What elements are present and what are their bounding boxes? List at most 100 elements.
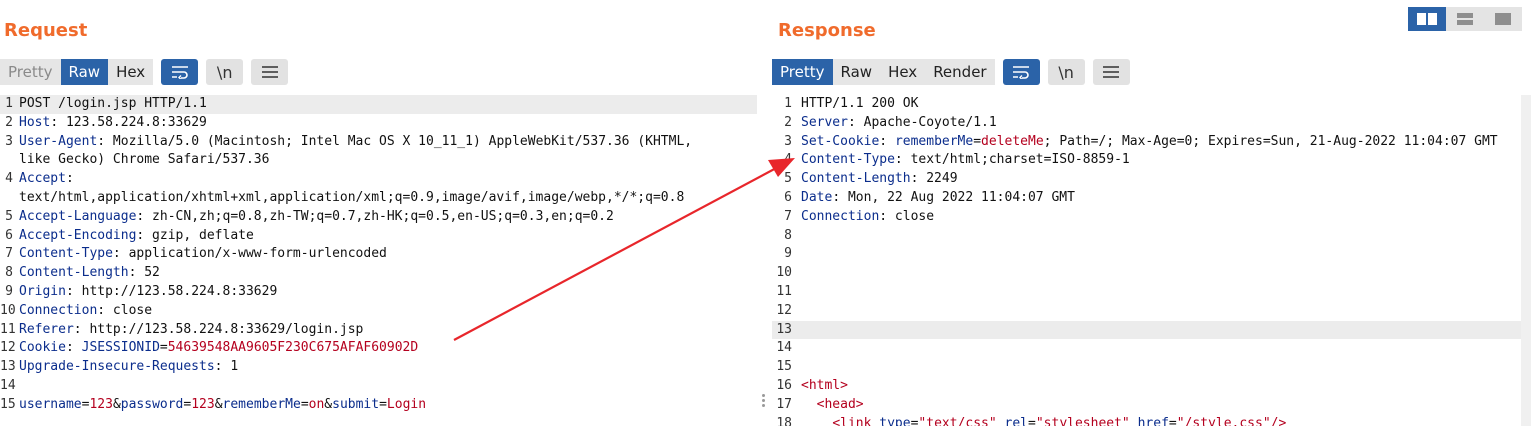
newline-toggle-icon[interactable]: \n — [206, 59, 244, 85]
tab-raw[interactable]: Raw — [60, 59, 109, 85]
code-token: : text/html;charset=ISO-8859-1 — [894, 152, 1130, 168]
code-token: "/style.css" — [1176, 415, 1271, 426]
code-token: ; Path=/; Max-Age=0; Expires=Sun, 21-Aug… — [1043, 133, 1498, 149]
code-token: Accept — [19, 171, 66, 187]
wrap-lines-icon[interactable] — [161, 59, 199, 85]
code-token: Connection — [801, 208, 880, 224]
split-horizontal-icon[interactable] — [1408, 7, 1446, 31]
code-token: Cookie — [19, 340, 66, 356]
line-text: Content-Type: application/x-www-form-url… — [19, 245, 387, 264]
code-line: 2 Server: Apache-Coyote/1.1 — [772, 114, 1531, 133]
tab-raw[interactable]: Raw — [832, 59, 881, 85]
code-token: 54639548AA9605F230C675AFAF60902D — [167, 340, 419, 356]
response-editor[interactable]: 1 HTTP/1.1 200 OK 2 Server: Apache-Coyote/1… — [772, 95, 1531, 426]
code-token: Login — [386, 396, 427, 412]
code-token: Content-Type — [19, 246, 113, 262]
code-line: 12 — [772, 302, 1531, 321]
line-number: 3 — [5, 133, 13, 149]
code-token: : http://123.58.224.8:33629 — [65, 283, 278, 299]
tab-render[interactable]: Render — [925, 59, 995, 85]
code-line: 14 — [0, 377, 757, 396]
code-token: <html> — [801, 377, 848, 393]
line-text: Accept-Language: zh-CN,zh;q=0.8,zh-TW;q=… — [19, 208, 614, 227]
line-number: 2 — [784, 114, 792, 130]
pane-divider-handle[interactable] — [760, 392, 766, 412]
request-view-tabs: Pretty Raw Hex — [0, 59, 154, 85]
menu-icon[interactable] — [251, 59, 289, 85]
code-line: 15 username=123&password=123&rememberMe=o… — [0, 396, 757, 415]
response-pane: Response Pretty Raw Hex Render \n 1 HTTP/1.1… — [772, 0, 1531, 426]
line-text: Referer: http://123.58.224.8:33629/login… — [19, 321, 363, 340]
code-line: 6 Accept-Encoding: gzip, deflate — [0, 227, 757, 246]
line-number: 4 — [784, 152, 792, 168]
code-line: 11 Referer: http://123.58.224.8:33629/log… — [0, 321, 757, 340]
code-token: = — [1168, 415, 1177, 426]
code-token: Accept-Language — [19, 208, 137, 224]
code-token: : close — [97, 302, 153, 318]
code-token: HTTP/1.1 200 OK — [801, 96, 919, 111]
line-number: 8 — [784, 227, 792, 243]
line-text: Content-Length: 2249 — [801, 170, 958, 189]
code-token: : close — [879, 208, 935, 224]
line-number: 4 — [5, 171, 13, 187]
single-pane-icon[interactable] — [1484, 7, 1522, 31]
menu-icon[interactable] — [1092, 59, 1130, 85]
code-line: 7 Content-Type: application/x-www-form-ur… — [0, 245, 757, 264]
code-token: : application/x-www-form-urlencoded — [112, 246, 387, 262]
line-number: 5 — [5, 208, 13, 224]
line-text: Date: Mon, 22 Aug 2022 11:04:07 GMT — [801, 189, 1075, 208]
line-number: 9 — [5, 283, 13, 299]
tab-pretty[interactable]: Pretty — [0, 59, 61, 85]
newline-toggle-icon[interactable]: \n — [1047, 59, 1085, 85]
code-token: "text/css" — [918, 415, 997, 426]
code-token: submit — [332, 396, 380, 412]
code-token: JSESSIONID — [81, 340, 160, 356]
code-line: 3 User-Agent: Mozilla/5.0 (Macintosh; Int… — [0, 133, 757, 152]
wrap-lines-icon[interactable] — [1002, 59, 1040, 85]
code-token: /> — [1270, 415, 1287, 426]
code-token: type — [879, 415, 911, 426]
line-text: Content-Type: text/html;charset=ISO-8859… — [801, 151, 1130, 170]
code-token: on — [308, 396, 325, 412]
tab-pretty[interactable]: Pretty — [772, 59, 833, 85]
code-token: <head> — [816, 396, 864, 412]
line-number: 9 — [784, 246, 792, 262]
code-token: rel — [1004, 415, 1029, 426]
code-token: Host — [19, 114, 51, 130]
code-token: Content-Type — [801, 152, 895, 168]
tab-hex[interactable]: Hex — [108, 59, 154, 85]
code-line: 5 Content-Length: 2249 — [772, 170, 1531, 189]
line-text: Upgrade-Insecure-Requests: 1 — [19, 358, 238, 377]
code-token: Origin — [19, 283, 66, 299]
line-number: 13 — [776, 321, 792, 337]
tab-hex[interactable]: Hex — [880, 59, 926, 85]
code-token: & — [112, 396, 121, 412]
code-token: 123 — [191, 396, 215, 412]
line-text: Host: 123.58.224.8:33629 — [19, 114, 207, 133]
code-line: like Gecko) Chrome Safari/537.36 — [0, 151, 757, 170]
line-number: 11 — [0, 321, 16, 337]
line-number: 14 — [0, 377, 16, 393]
code-token: : 52 — [128, 265, 160, 281]
line-text: Content-Length: 52 — [19, 264, 160, 283]
response-scrollbar[interactable] — [1521, 95, 1531, 426]
code-line: 9 Origin: http://123.58.224.8:33629 — [0, 283, 757, 302]
code-line: 16 <html> — [772, 377, 1531, 396]
code-token: : 1 — [214, 359, 239, 375]
line-number: 13 — [0, 359, 16, 375]
code-token: : 2249 — [910, 171, 958, 187]
line-number: 14 — [776, 340, 792, 356]
split-vertical-icon[interactable] — [1446, 7, 1484, 31]
line-text: Origin: http://123.58.224.8:33629 — [19, 283, 277, 302]
code-line: 14 — [772, 339, 1531, 358]
code-token: like Gecko) Chrome Safari/537.36 — [19, 152, 270, 168]
code-token: User-Agent — [19, 133, 98, 149]
response-toolbar: Pretty Raw Hex Render \n — [772, 59, 1130, 85]
line-text: Connection: close — [19, 302, 152, 321]
code-line: 4 Accept: — [0, 170, 757, 189]
line-text: Accept: — [19, 170, 74, 189]
request-editor[interactable]: 1 POST /login.jsp HTTP/1.1 2 Host: 123.58.2… — [0, 95, 757, 426]
request-toolbar: Pretty Raw Hex \n — [0, 59, 289, 85]
line-text: Connection: close — [801, 208, 934, 227]
